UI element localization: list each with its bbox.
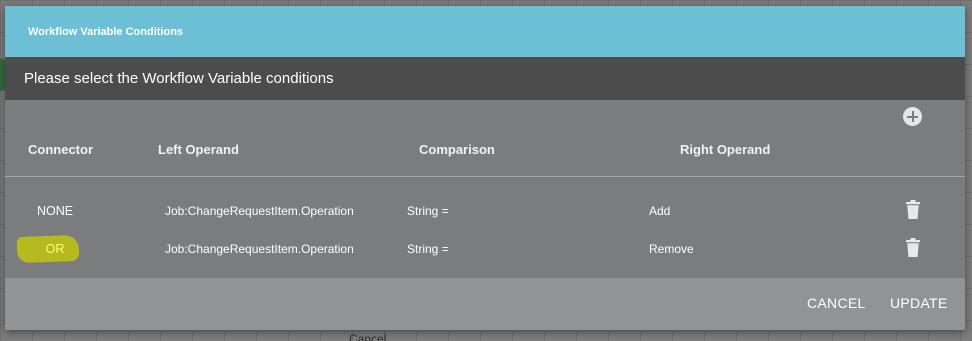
column-header-left-operand: Left Operand bbox=[158, 142, 239, 157]
dialog-footer: CANCEL UPDATE bbox=[5, 278, 965, 330]
condition-row[interactable]: OR Job:ChangeRequestItem.Operation Strin… bbox=[5, 234, 965, 264]
column-header-right-operand: Right Operand bbox=[680, 142, 771, 157]
trash-icon[interactable] bbox=[906, 238, 920, 257]
row-right-operand: Add bbox=[649, 204, 671, 218]
row-comparison: String = bbox=[407, 204, 449, 218]
dialog-subtitle: Please select the Workflow Variable cond… bbox=[24, 70, 334, 87]
dialog-title-bar: Workflow Variable Conditions bbox=[5, 6, 965, 57]
cancel-button[interactable]: CANCEL bbox=[807, 295, 866, 311]
row-comparison: String = bbox=[407, 242, 449, 256]
dialog-title: Workflow Variable Conditions bbox=[28, 25, 184, 38]
conditions-table: Connector Left Operand Comparison Right … bbox=[5, 100, 965, 278]
row-connector[interactable]: NONE bbox=[5, 204, 105, 218]
update-button[interactable]: UPDATE bbox=[890, 295, 948, 311]
condition-row[interactable]: NONE Job:ChangeRequestItem.Operation Str… bbox=[5, 196, 965, 226]
column-header-comparison: Comparison bbox=[419, 142, 495, 157]
workflow-variable-conditions-dialog: Workflow Variable Conditions Please sele… bbox=[5, 6, 965, 330]
header-divider bbox=[5, 176, 965, 177]
dialog-subheader: Please select the Workflow Variable cond… bbox=[5, 57, 965, 100]
row-left-operand: Job:ChangeRequestItem.Operation bbox=[165, 204, 354, 218]
row-left-operand: Job:ChangeRequestItem.Operation bbox=[165, 242, 354, 256]
background-cancel-label: Cancel bbox=[349, 332, 387, 341]
row-right-operand: Remove bbox=[649, 242, 694, 256]
column-header-connector: Connector bbox=[28, 142, 93, 157]
plus-circle-icon[interactable] bbox=[903, 107, 922, 126]
row-connector[interactable]: OR bbox=[5, 242, 105, 256]
trash-icon[interactable] bbox=[906, 200, 920, 219]
